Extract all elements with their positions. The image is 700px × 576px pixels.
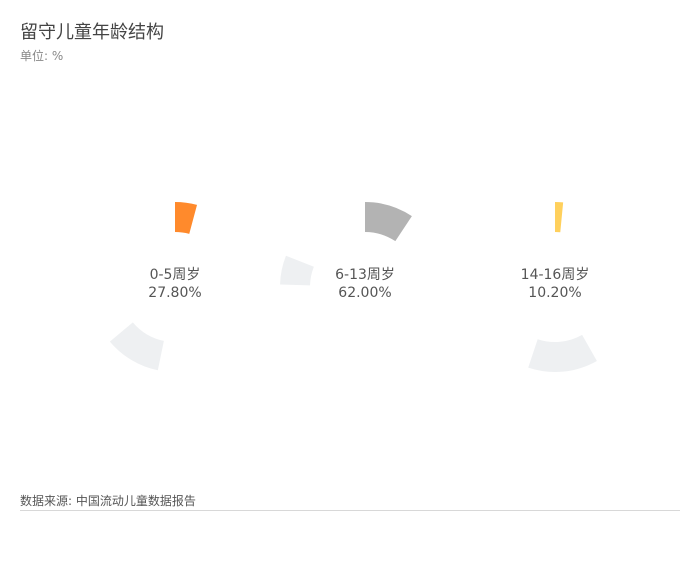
gauge-value-label: 10.20% [528,285,581,301]
gauge-chart: 0-5周岁 27.80% 6-13周岁 62.00% 14-16周岁 10.20% [109,201,597,372]
gauge-category-label: 0-5周岁 [150,267,201,283]
gauge-value-2 [365,202,412,242]
gauge-remainder-1 [109,322,164,371]
gauge-value-1 [175,202,198,234]
gauge-value-label: 62.00% [338,285,391,301]
footer-divider [20,510,680,511]
gauge-value-label: 27.80% [148,285,201,301]
gauge-remainder-3 [528,334,597,372]
gauge-3: 14-16周岁 10.20% [521,201,597,372]
gauge-remainder-2 [280,255,314,286]
gauge-value-3 [555,201,564,233]
gauge-category-label: 6-13周岁 [335,267,395,283]
gauge-category-label: 14-16周岁 [521,267,590,283]
data-source: 数据来源: 中国流动儿童数据报告 [20,494,196,508]
gauge-1: 0-5周岁 27.80% [109,202,202,371]
gauge-2: 6-13周岁 62.00% [280,202,412,301]
